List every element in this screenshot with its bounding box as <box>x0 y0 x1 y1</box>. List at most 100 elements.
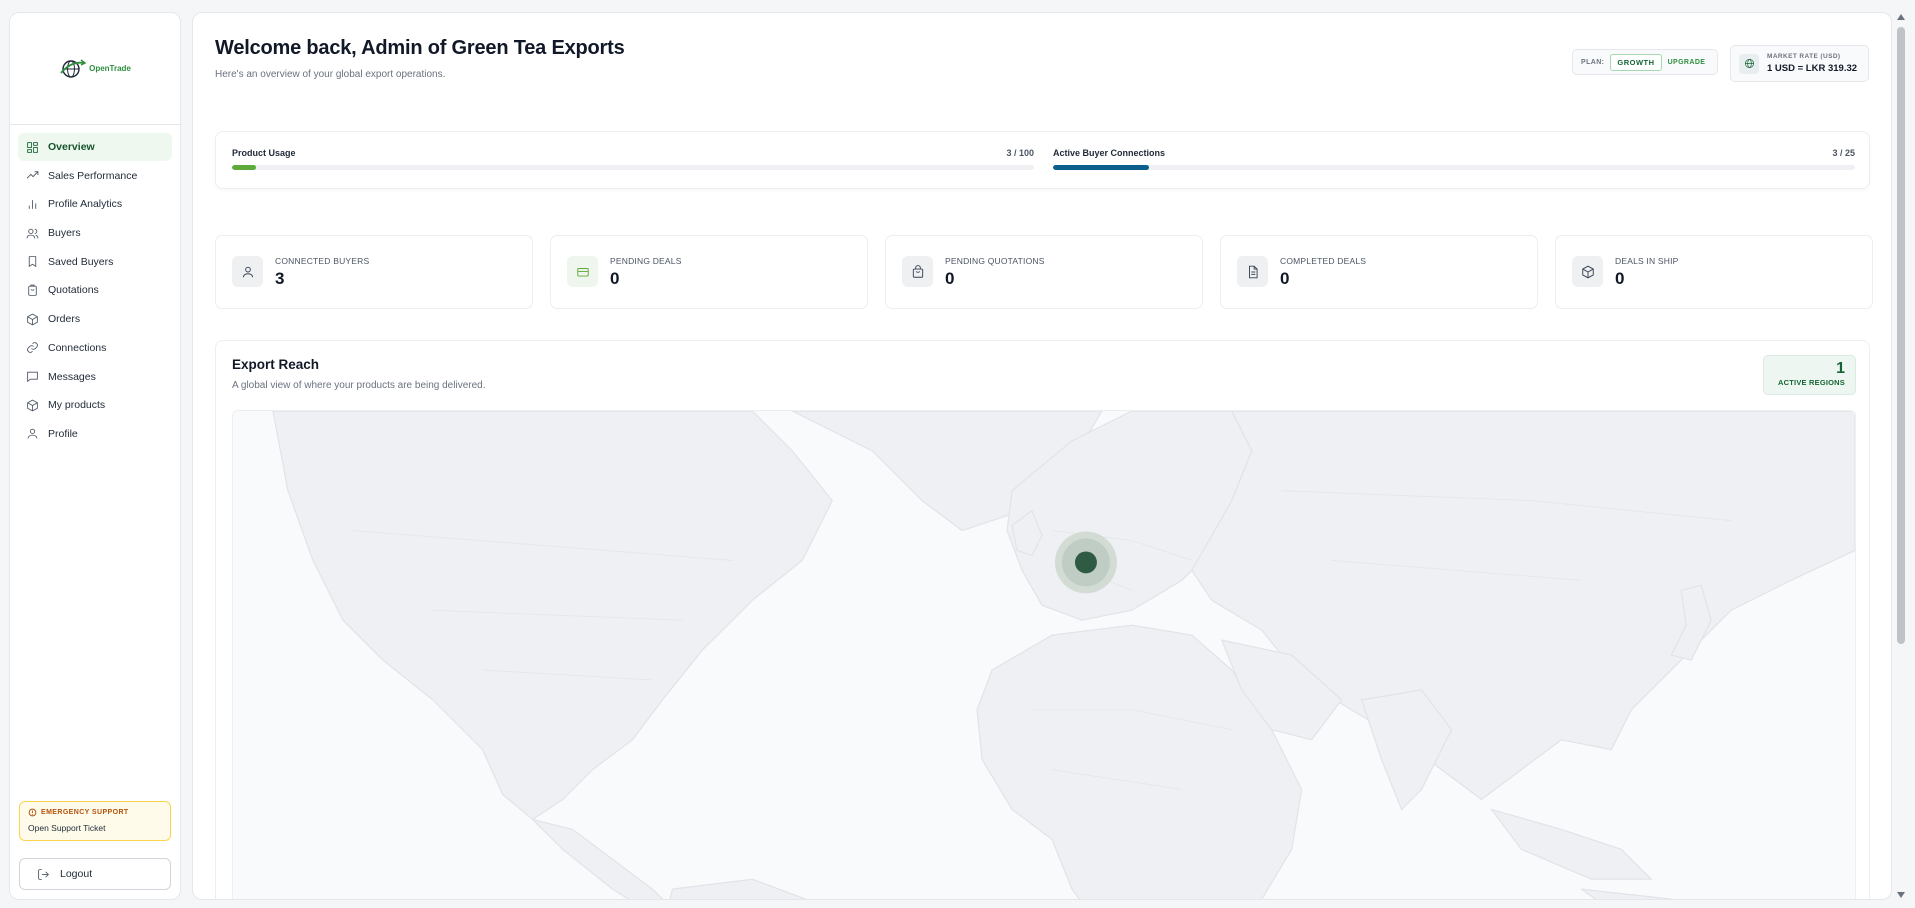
bag-icon <box>902 256 933 287</box>
indonesia-shape <box>1580 888 1673 899</box>
logout-label: Logout <box>60 868 93 880</box>
sidebar-item-messages[interactable]: Messages <box>18 363 172 391</box>
sidebar-item-connections[interactable]: Connections <box>18 334 172 362</box>
brand-name: OpenTrade <box>89 64 131 73</box>
sidebar-item-label: My products <box>48 399 106 412</box>
plan-value: GROWTH <box>1610 53 1662 71</box>
sidebar-item-profile[interactable]: Profile <box>18 420 172 448</box>
main-content: Welcome back, Admin of Green Tea Exports… <box>192 12 1892 900</box>
open-support-ticket-link[interactable]: Open Support Ticket <box>28 823 162 833</box>
stat-value: 3 <box>275 269 285 288</box>
link-icon <box>27 342 38 354</box>
stat-value: 0 <box>1615 269 1625 288</box>
sidebar-item-my-products[interactable]: My products <box>18 391 172 419</box>
buyer-connections-value: 3 / 25 <box>1832 148 1855 158</box>
scroll-down-icon[interactable] <box>1897 892 1905 898</box>
bar-chart-icon <box>28 200 37 209</box>
page-scrollbar[interactable] <box>1895 12 1907 900</box>
box-icon <box>27 399 38 412</box>
stat-card-pending-quotations[interactable]: PENDING QUOTATIONS 0 <box>885 235 1203 309</box>
export-reach-subtitle: A global view of where your products are… <box>232 380 486 391</box>
page-title: Welcome back, Admin of Green Tea Exports <box>215 37 625 59</box>
sidebar-nav: Overview Sales Performance Profile Analy… <box>10 125 180 457</box>
active-regions-badge: 1 ACTIVE REGIONS <box>1763 355 1856 395</box>
logout-icon <box>38 868 49 880</box>
trending-up-icon <box>26 171 39 179</box>
sidebar-item-sales-performance[interactable]: Sales Performance <box>18 162 172 190</box>
sidebar-item-label: Profile <box>48 427 78 440</box>
clipboard-icon <box>28 284 37 296</box>
product-usage-label: Product Usage <box>232 148 296 158</box>
central-america-shape <box>530 818 664 899</box>
product-usage-value: 3 / 100 <box>1006 148 1034 158</box>
user-icon <box>232 256 263 287</box>
grid-icon <box>27 141 38 153</box>
product-usage-bar <box>232 165 1034 170</box>
market-rate-box: MARKET RATE (USD) 1 USD = LKR 319.32 <box>1730 45 1869 82</box>
alert-circle-icon <box>28 808 37 817</box>
export-reach-card: Export Reach A global view of where your… <box>215 340 1870 899</box>
buyer-connections-label: Active Buyer Connections <box>1053 148 1166 158</box>
plan-badge: PLAN: GROWTH UPGRADE <box>1572 49 1718 75</box>
world-map[interactable] <box>232 410 1856 899</box>
stat-card-completed-deals[interactable]: COMPLETED DEALS 0 <box>1220 235 1538 309</box>
europe-marker[interactable] <box>1074 551 1097 574</box>
globe-logo-icon <box>60 58 87 78</box>
box-icon <box>1572 256 1603 287</box>
buyer-connections-usage: Active Buyer Connections 3 / 25 <box>1053 148 1855 170</box>
stat-label: CONNECTED BUYERS <box>275 256 370 266</box>
sidebar-item-label: Connections <box>48 341 107 354</box>
market-rate-label: MARKET RATE (USD) <box>1767 53 1841 60</box>
users-icon <box>26 228 39 238</box>
emergency-support-title: EMERGENCY SUPPORT <box>28 808 162 817</box>
sidebar-item-overview[interactable]: Overview <box>18 133 172 161</box>
stat-value: 0 <box>1280 269 1290 288</box>
sidebar-item-label: Quotations <box>48 284 99 297</box>
brand-logo[interactable]: OpenTrade <box>59 57 131 81</box>
sidebar-item-orders[interactable]: Orders <box>18 305 172 333</box>
south-america-shape <box>669 878 808 899</box>
stat-label: PENDING QUOTATIONS <box>945 256 1045 266</box>
sidebar-item-label: Saved Buyers <box>48 255 114 268</box>
buyer-connections-bar-fill <box>1053 165 1150 170</box>
export-reach-title: Export Reach <box>232 357 320 372</box>
sidebar-item-label: Profile Analytics <box>48 198 123 211</box>
sidebar-item-label: Sales Performance <box>48 169 138 182</box>
sidebar-item-label: Orders <box>48 313 81 326</box>
sidebar-item-profile-analytics[interactable]: Profile Analytics <box>18 190 172 218</box>
stat-card-pending-deals[interactable]: PENDING DEALS 0 <box>550 235 868 309</box>
stat-value: 0 <box>945 269 955 288</box>
upgrade-link[interactable]: UPGRADE <box>1668 59 1706 66</box>
market-rate-value: 1 USD = LKR 319.32 <box>1767 63 1858 74</box>
active-regions-label: ACTIVE REGIONS <box>1778 378 1845 387</box>
logout-button[interactable]: Logout <box>19 858 171 890</box>
sidebar-item-quotations[interactable]: Quotations <box>18 276 172 304</box>
active-regions-count: 1 <box>1836 360 1845 377</box>
scroll-up-icon[interactable] <box>1897 14 1905 20</box>
document-icon <box>1237 256 1268 287</box>
sidebar: OpenTrade Overview Sales Performance Pro… <box>9 12 181 900</box>
southeast-asia-shape <box>1489 808 1653 880</box>
asia-shape <box>1191 411 1855 801</box>
stat-label: PENDING DEALS <box>610 256 682 266</box>
world-map-svg <box>272 411 1855 899</box>
plan-label: PLAN: <box>1581 58 1605 66</box>
sidebar-item-saved-buyers[interactable]: Saved Buyers <box>18 248 172 276</box>
stat-value: 0 <box>610 269 620 288</box>
card-icon <box>567 256 598 287</box>
stat-label: DEALS IN SHIP <box>1615 256 1679 266</box>
product-usage: Product Usage 3 / 100 <box>232 148 1034 170</box>
bookmark-icon <box>28 256 37 268</box>
message-icon <box>27 371 38 383</box>
stat-card-connected-buyers[interactable]: CONNECTED BUYERS 3 <box>215 235 533 309</box>
package-icon <box>27 313 38 326</box>
user-icon <box>27 429 38 439</box>
page-subtitle: Here's an overview of your global export… <box>215 69 446 80</box>
scroll-thumb[interactable] <box>1897 27 1905 644</box>
stat-card-deals-in-ship[interactable]: DEALS IN SHIP 0 <box>1555 235 1873 309</box>
product-usage-bar-fill <box>232 165 257 170</box>
buyer-connections-bar <box>1053 165 1855 170</box>
sidebar-item-label: Buyers <box>48 227 81 240</box>
sidebar-item-buyers[interactable]: Buyers <box>18 219 172 247</box>
globe-icon <box>1739 53 1759 74</box>
